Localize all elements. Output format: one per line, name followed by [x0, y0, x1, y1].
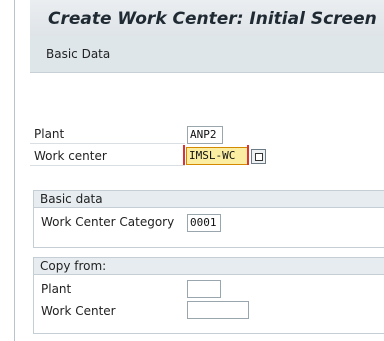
- basic-data-button[interactable]: Basic Data: [40, 44, 116, 64]
- title-bar: Create Work Center: Initial Screen: [30, 0, 384, 36]
- copy-plant-label: Plant: [41, 282, 72, 296]
- window-left-border: [14, 0, 15, 341]
- basic-data-group-header: Basic data: [34, 191, 384, 208]
- plant-input[interactable]: ANP2: [187, 126, 223, 144]
- copy-plant-input[interactable]: [187, 280, 221, 298]
- work-center-underline: [30, 165, 185, 166]
- copy-work-center-label: Work Center: [41, 304, 116, 318]
- work-center-category-label: Work Center Category: [41, 215, 175, 229]
- required-marker-left: [183, 145, 185, 165]
- possible-entries-icon[interactable]: [251, 149, 266, 164]
- application-toolbar: Basic Data: [30, 36, 384, 73]
- page-title: Create Work Center: Initial Screen: [48, 9, 377, 29]
- copy-from-group-header: Copy from:: [34, 258, 384, 275]
- work-center-input[interactable]: IMSL-WC: [186, 147, 248, 165]
- work-center-category-input[interactable]: 0001: [187, 214, 221, 232]
- required-marker-right: [247, 145, 249, 165]
- copy-work-center-input[interactable]: [187, 301, 249, 319]
- plant-underline: [30, 143, 185, 144]
- work-center-label: Work center: [34, 149, 107, 163]
- plant-label: Plant: [34, 127, 65, 141]
